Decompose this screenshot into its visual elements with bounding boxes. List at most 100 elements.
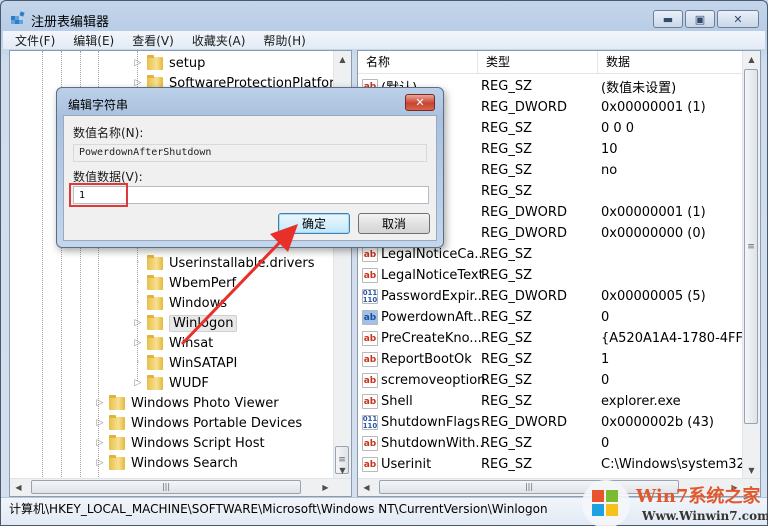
reg-string-icon: ab — [362, 331, 378, 346]
value-type: REG_SZ — [481, 79, 532, 94]
scroll-left-icon[interactable]: ◀ — [10, 479, 27, 496]
value-name: ReportBootOk — [381, 352, 472, 367]
value-name: Shell — [381, 394, 413, 409]
window-title: 注册表编辑器 — [31, 15, 110, 30]
value-name-field: PowerdownAfterShutdown — [73, 144, 427, 162]
scroll-down-icon[interactable]: ▼ — [334, 462, 351, 479]
values-vertical-scrollbar[interactable]: ▲ ≡ ▼ — [742, 51, 760, 479]
value-data: 0 — [601, 373, 610, 388]
expand-icon[interactable]: ▷ — [133, 338, 143, 348]
expand-icon[interactable]: ▷ — [133, 58, 143, 68]
expand-icon[interactable]: ▷ — [95, 398, 105, 408]
column-data[interactable]: 数据 — [598, 51, 743, 73]
tree-item[interactable]: ▷ Windows Script Host — [95, 433, 265, 453]
value-data: 0x00000001 (1) — [601, 205, 706, 220]
expand-icon[interactable]: ▷ — [133, 378, 143, 388]
column-type[interactable]: 类型 — [478, 51, 598, 73]
menu-favorites[interactable]: 收藏夹(A) — [192, 32, 246, 49]
expand-icon[interactable]: ▷ — [133, 318, 143, 328]
folder-icon — [109, 454, 125, 470]
reg-string-icon: ab — [362, 394, 378, 409]
folder-icon — [147, 334, 163, 350]
value-type: REG_SZ — [481, 121, 532, 136]
reg-string-icon: ab — [362, 373, 378, 388]
value-type: REG_SZ — [481, 163, 532, 178]
maximize-icon: ▣ — [694, 12, 706, 26]
scroll-thumb[interactable]: ≡ — [744, 69, 758, 424]
value-data: no — [601, 163, 618, 178]
tree-item[interactable]: · Userinstallable.drivers — [133, 253, 315, 273]
registry-path: 计算机\HKEY_LOCAL_MACHINE\SOFTWARE\Microsof… — [9, 502, 548, 516]
menu-view[interactable]: 查看(V) — [132, 32, 174, 49]
value-type: REG_SZ — [481, 184, 532, 199]
close-button[interactable]: ✕ — [717, 10, 759, 28]
expand-icon[interactable]: ▷ — [95, 458, 105, 468]
value-row[interactable]: ab scremoveoption REG_SZ 0 — [362, 370, 609, 391]
value-data-label: 数值数据(V): — [73, 170, 143, 184]
value-data: 10 — [601, 142, 618, 157]
value-row[interactable]: ab ShutdownWith... REG_SZ 0 — [362, 433, 609, 454]
value-row[interactable]: 011 110 PasswordExpir... REG_DWORD 0x0000000… — [362, 286, 706, 307]
minimize-button[interactable]: ▬ — [653, 10, 683, 28]
value-name: PreCreateKno... — [381, 331, 482, 346]
value-type: REG_SZ — [481, 373, 532, 388]
dialog-close-button[interactable]: ✕ — [405, 94, 435, 111]
scroll-thumb[interactable]: ||| — [31, 480, 301, 494]
scroll-right-icon[interactable]: ▶ — [317, 479, 334, 496]
value-type: REG_DWORD — [481, 226, 567, 241]
tree-item[interactable]: · WbemPerf — [133, 273, 236, 293]
menu-edit[interactable]: 编辑(E) — [73, 32, 114, 49]
cancel-button[interactable]: 取消 — [358, 213, 430, 234]
tree-item[interactable]: · Windows — [133, 293, 227, 313]
tree-item[interactable]: ▷ Windows Search — [95, 453, 238, 473]
value-type: REG_SZ — [481, 310, 532, 325]
value-row[interactable]: ab ReportBootOk REG_SZ 1 — [362, 349, 609, 370]
value-data: 0 0 0 — [601, 121, 635, 136]
watermark-url: Www.Winwin7.com — [641, 509, 768, 523]
tree-item[interactable]: ▷ Winsat — [133, 333, 213, 353]
scroll-left-icon[interactable]: ◀ — [358, 479, 375, 496]
reg-string-icon: ab — [362, 436, 378, 451]
maximize-button[interactable]: ▣ — [685, 10, 715, 28]
value-type: REG_DWORD — [481, 415, 567, 430]
minimize-icon: ▬ — [662, 12, 674, 26]
ok-button[interactable]: 确定 — [278, 213, 350, 234]
value-type: REG_SZ — [481, 331, 532, 346]
menu-help[interactable]: 帮助(H) — [263, 32, 305, 49]
tree-item[interactable]: ▷ setup — [133, 53, 205, 73]
expand-icon[interactable]: ▷ — [95, 438, 105, 448]
value-data: 0x00000000 (0) — [601, 226, 706, 241]
scroll-up-icon[interactable]: ▲ — [334, 51, 351, 68]
title-bar[interactable]: 注册表编辑器 ▬ ▣ ✕ — [1, 1, 767, 31]
expand-icon[interactable]: ▷ — [95, 418, 105, 428]
folder-icon — [147, 374, 163, 390]
column-name[interactable]: 名称 — [358, 51, 478, 73]
value-name: Userinit — [381, 457, 432, 472]
value-name-label: 数值名称(N): — [73, 126, 144, 140]
folder-icon — [109, 434, 125, 450]
tree-item[interactable]: ▷ WUDF — [133, 373, 209, 393]
tree-item[interactable]: ▷ Windows Photo Viewer — [95, 393, 279, 413]
tree-item-selected[interactable]: ▷ Winlogon — [133, 313, 238, 333]
regedit-icon — [11, 11, 25, 24]
menu-file[interactable]: 文件(F) — [15, 32, 55, 49]
value-name: LegalNoticeText — [381, 268, 484, 283]
value-type: REG_SZ — [481, 352, 532, 367]
reg-string-icon: ab — [362, 268, 378, 283]
value-row[interactable]: ab PreCreateKno... REG_SZ {A520A1A4-1780-4F… — [362, 328, 760, 349]
reg-binary-icon: 011110 — [362, 414, 378, 430]
tree-item[interactable]: ▷ Windows Portable Devices — [95, 413, 302, 433]
watermark-logo: Win7系统之家 Www.Winwin7.com — [582, 480, 768, 526]
value-type: REG_DWORD — [481, 289, 567, 304]
tree-item[interactable]: · WinSATAPI — [133, 353, 237, 373]
value-data-input[interactable] — [73, 186, 429, 204]
value-data: 0 — [601, 310, 610, 325]
value-row[interactable]: 011 110 ShutdownFlags REG_DWORD 0x0000002b (… — [362, 412, 714, 433]
value-row[interactable]: ab LegalNoticeText REG_SZ — [362, 265, 532, 286]
value-row-selected[interactable]: ab PowerdownAft... REG_SZ 0 — [362, 307, 609, 328]
value-row[interactable]: ab Userinit REG_SZ C:\Windows\system32\u — [362, 454, 757, 475]
scroll-up-icon[interactable]: ▲ — [743, 51, 760, 68]
tree-horizontal-scrollbar[interactable]: ◀ ||| ▶ — [10, 478, 351, 496]
value-row[interactable]: ab Shell REG_SZ explorer.exe — [362, 391, 681, 412]
value-type: REG_DWORD — [481, 100, 567, 115]
